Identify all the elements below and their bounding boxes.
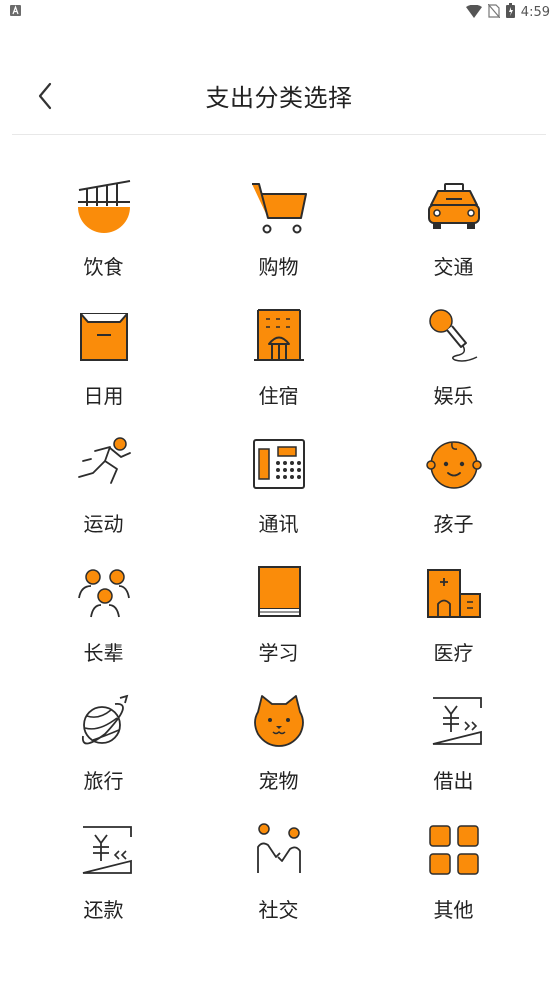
- category-label: 通讯: [258, 512, 299, 536]
- category-label: 宠物: [258, 769, 299, 793]
- wifi-icon: [465, 3, 482, 22]
- category-repay[interactable]: 还款: [16, 821, 191, 950]
- category-label: 日用: [83, 383, 124, 408]
- category-label: 还款: [83, 897, 124, 922]
- category-label: 娱乐: [433, 383, 474, 408]
- category-lend[interactable]: 借出: [366, 692, 541, 821]
- elders-icon: [75, 564, 133, 622]
- box-icon: [75, 307, 133, 365]
- category-elders[interactable]: 长辈: [16, 564, 191, 693]
- phone-icon: [250, 435, 308, 493]
- category-other[interactable]: 其他: [366, 821, 541, 950]
- category-label: 饮食: [83, 255, 124, 279]
- baby-face-icon: [425, 435, 483, 493]
- category-label: 旅行: [83, 769, 124, 793]
- category-label: 医疗: [433, 640, 474, 665]
- status-bar: 4:59: [0, 0, 558, 24]
- page-title: 支出分类选择: [205, 84, 353, 112]
- category-children[interactable]: 孩子: [366, 435, 541, 564]
- social-icon: [250, 821, 308, 879]
- category-sports[interactable]: 运动: [16, 435, 191, 564]
- category-study[interactable]: 学习: [191, 564, 366, 693]
- category-label: 交通: [433, 255, 474, 279]
- battery-icon: [505, 2, 515, 22]
- pet-icon: [250, 692, 308, 750]
- running-icon: [75, 435, 133, 493]
- category-transport[interactable]: 交通: [366, 178, 541, 307]
- category-communication[interactable]: 通讯: [191, 435, 366, 564]
- repay-icon: [75, 821, 133, 879]
- category-label: 运动: [83, 512, 124, 536]
- food-bowl-icon: [75, 178, 133, 236]
- category-label: 购物: [258, 255, 299, 279]
- category-label: 孩子: [433, 512, 474, 536]
- category-grid: 饮食 购物 交通 日用 住宿 娱乐 运动 通讯 孩子 长辈 学习 医疗 旅行 宠…: [16, 178, 542, 949]
- category-daily[interactable]: 日用: [16, 307, 191, 436]
- category-label: 学习: [258, 640, 299, 665]
- microphone-icon: [425, 307, 483, 365]
- header-divider: [12, 134, 546, 135]
- category-label: 借出: [433, 769, 474, 793]
- taxi-icon: [425, 178, 483, 236]
- category-entertainment[interactable]: 娱乐: [366, 307, 541, 436]
- category-shopping[interactable]: 购物: [191, 178, 366, 307]
- no-sim-icon: [487, 3, 501, 22]
- lend-icon: [425, 692, 483, 750]
- header: 支出分类选择: [0, 58, 558, 134]
- category-label: 社交: [258, 897, 299, 922]
- category-lodging[interactable]: 住宿: [191, 307, 366, 436]
- category-social[interactable]: 社交: [191, 821, 366, 950]
- other-grid-icon: [425, 821, 483, 879]
- category-food[interactable]: 饮食: [16, 178, 191, 307]
- category-label: 住宿: [258, 383, 299, 408]
- hotel-icon: [250, 307, 308, 365]
- hospital-icon: [425, 564, 483, 622]
- planet-icon: [75, 692, 133, 750]
- shopping-cart-icon: [250, 178, 308, 236]
- category-travel[interactable]: 旅行: [16, 692, 191, 821]
- category-medical[interactable]: 医疗: [366, 564, 541, 693]
- category-pets[interactable]: 宠物: [191, 692, 366, 821]
- status-time: 4:59: [520, 4, 550, 20]
- app-notification-icon: [10, 5, 21, 16]
- category-label: 长辈: [83, 640, 124, 665]
- book-icon: [250, 564, 308, 622]
- category-label: 其他: [433, 897, 474, 922]
